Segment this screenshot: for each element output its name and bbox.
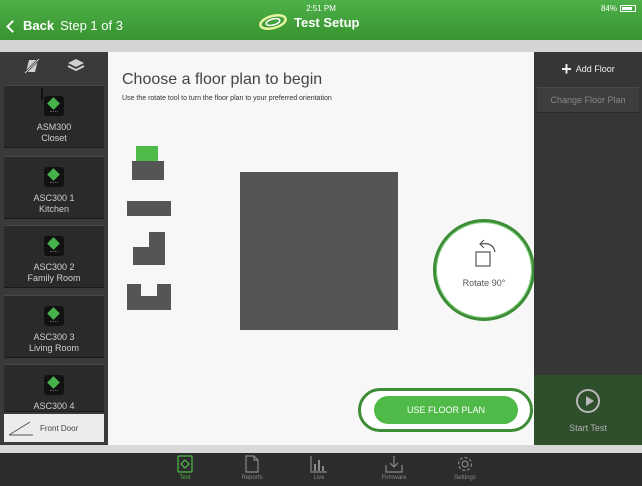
sensor-device-icon <box>44 306 64 326</box>
sidebar-toolbar <box>0 52 108 80</box>
firmware-download-icon <box>385 456 403 473</box>
add-floor-button[interactable]: + Add Floor <box>540 56 636 82</box>
tab-label: Reports <box>241 475 263 481</box>
floor-plan-preview <box>240 172 398 330</box>
step-label: Step 1 of 3 <box>60 18 123 33</box>
use-floor-plan-highlight: USE FLOOR PLAN <box>358 388 533 432</box>
battery-status: 84% <box>601 4 636 13</box>
device-location: Family Room <box>27 273 81 283</box>
header-bar: Back Step 1 of 3 2:51 PM Test Setup 84% <box>0 0 642 40</box>
panel-subheading: Use the rotate tool to turn the floor pl… <box>122 95 332 102</box>
device-label: ASC300 3 Living Room <box>4 332 104 354</box>
floor-plan-option-u-shape[interactable] <box>127 284 171 310</box>
tab-firmware[interactable]: Firmware <box>369 455 419 481</box>
device-name: ASC300 4 <box>33 401 75 411</box>
rotate-label: Rotate 90° <box>462 278 506 288</box>
chevron-left-icon <box>6 19 19 33</box>
door-icon <box>8 421 33 436</box>
device-card-asc300-1[interactable]: ASC300 1 Kitchen <box>4 156 104 219</box>
start-test-button[interactable]: Start Test <box>534 375 642 445</box>
device-location: Closet <box>41 133 67 143</box>
floor-plan-option-l-shape[interactable] <box>133 232 165 265</box>
page-title: Test Setup <box>294 14 360 30</box>
tab-reports[interactable]: Reports <box>227 455 277 481</box>
bottom-tab-bar: Test Reports Live Firmware Settings <box>0 445 642 486</box>
tab-label: Live <box>313 475 325 481</box>
floor-plan-option-wide-rectangle[interactable] <box>127 201 171 216</box>
device-name: ASC300 2 <box>33 262 75 272</box>
device-card-asc300-2[interactable]: ASC300 2 Family Room <box>4 225 104 288</box>
device-location: Living Room <box>28 343 80 353</box>
device-card-asm300[interactable]: ASM300 Closet <box>4 85 104 148</box>
header-divider <box>0 40 642 52</box>
antenna-icon <box>41 88 43 100</box>
device-card-asc300-3[interactable]: ASC300 3 Living Room <box>4 295 104 358</box>
sensor-device-icon <box>44 375 64 395</box>
device-label: ASC300 4 <box>4 401 104 412</box>
tab-label: Firmware <box>381 475 407 481</box>
sensor-device-icon <box>44 96 64 116</box>
device-card-asc300-4[interactable]: ASC300 4 <box>4 364 104 412</box>
hide-icon[interactable] <box>23 58 41 74</box>
tab-settings[interactable]: Settings <box>440 455 490 481</box>
rotate-icon <box>475 239 496 267</box>
live-chart-icon <box>310 456 327 473</box>
front-door-item[interactable]: Front Door <box>4 414 104 442</box>
status-time: 2:51 PM <box>306 4 336 13</box>
rotate-button[interactable]: Rotate 90° <box>433 219 535 321</box>
tab-live[interactable]: Live <box>294 455 344 481</box>
device-label: ASM300 Closet <box>4 122 104 144</box>
tab-bar-divider <box>0 445 642 453</box>
test-icon <box>177 455 193 473</box>
change-floor-plan-button[interactable]: Change Floor Plan <box>537 87 639 113</box>
device-label: ASC300 2 Family Room <box>4 262 104 284</box>
floor-plan-option-rectangle[interactable] <box>132 161 164 180</box>
floor-plan-panel: Choose a floor plan to begin Use the rot… <box>108 52 535 445</box>
device-name: ASC300 1 <box>33 193 75 203</box>
play-icon <box>576 389 600 413</box>
reports-icon <box>245 455 259 473</box>
battery-percent: 84% <box>600 4 617 13</box>
start-test-label: Start Test <box>569 423 607 433</box>
panel-heading: Choose a floor plan to begin <box>122 71 323 88</box>
back-label: Back <box>23 18 55 33</box>
title-group: Test Setup <box>258 14 360 30</box>
device-name: ASC300 3 <box>33 332 75 342</box>
device-label: ASC300 1 Kitchen <box>4 193 104 215</box>
tab-label: Test <box>179 475 191 481</box>
back-button[interactable]: Back Step 1 of 3 <box>6 18 123 33</box>
app-logo-icon <box>259 14 287 30</box>
front-door-label: Front Door <box>40 423 79 433</box>
device-location: Kitchen <box>38 204 70 214</box>
tab-test[interactable]: Test <box>160 455 210 481</box>
layers-icon[interactable] <box>67 58 85 74</box>
gear-icon <box>457 456 473 472</box>
device-sidebar: ASM300 Closet ASC300 1 Kitchen ASC300 2 … <box>0 52 108 445</box>
battery-icon <box>620 5 636 12</box>
sensor-device-icon <box>44 236 64 256</box>
plus-icon: + <box>561 59 572 79</box>
use-floor-plan-button[interactable]: USE FLOOR PLAN <box>374 396 518 424</box>
floor-sidebar: + Add Floor Change Floor Plan Start Test <box>534 52 642 445</box>
device-name: ASM300 <box>36 122 72 132</box>
sensor-device-icon <box>44 167 64 187</box>
tab-label: Settings <box>454 475 476 481</box>
add-floor-label: Add Floor <box>575 64 615 74</box>
